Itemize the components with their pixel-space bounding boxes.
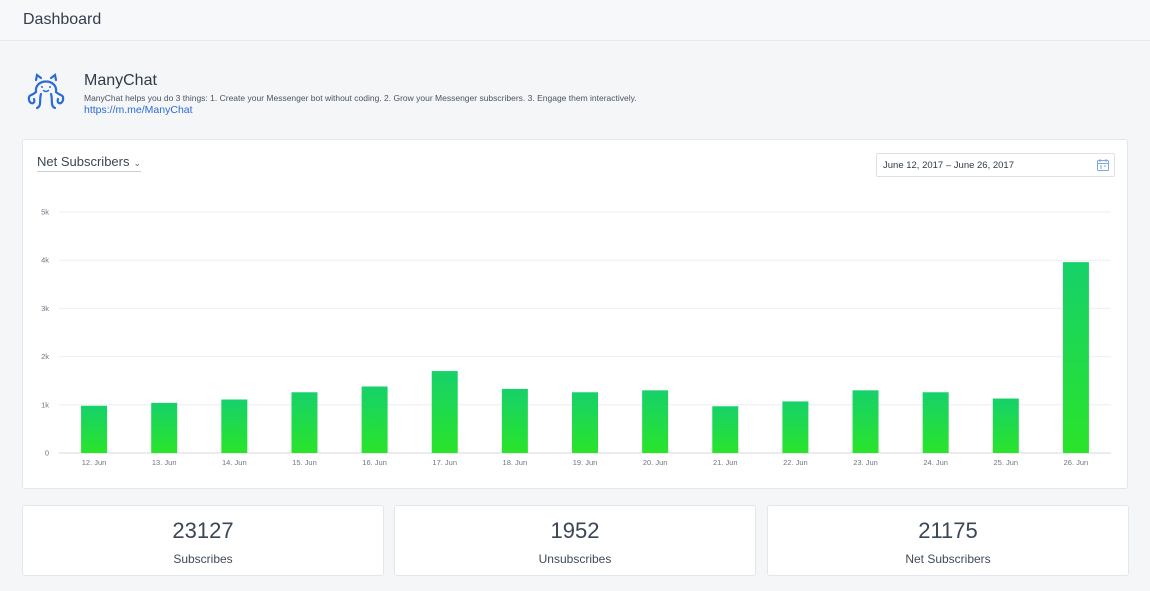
bar-14-jun[interactable] bbox=[221, 399, 248, 453]
bar-21-jun[interactable] bbox=[712, 406, 739, 453]
y-tick-label: 3k bbox=[41, 304, 49, 313]
bar-25-jun[interactable] bbox=[992, 398, 1019, 453]
x-tick-label: 12. Jun bbox=[82, 458, 107, 467]
x-tick-label: 15. Jun bbox=[292, 458, 317, 467]
chart-card: Net Subscribers ⌄ June 12, 2017 – June 26… bbox=[22, 139, 1128, 489]
x-tick-label: 13. Jun bbox=[152, 458, 177, 467]
bar-13-jun[interactable] bbox=[151, 402, 178, 453]
bot-link[interactable]: https://m.me/ManyChat bbox=[84, 104, 193, 116]
x-tick-label: 26. Jun bbox=[1064, 458, 1089, 467]
stat-value: 23127 bbox=[172, 518, 234, 543]
bar-15-jun[interactable] bbox=[291, 392, 318, 453]
x-tick-label: 17. Jun bbox=[432, 458, 457, 467]
stat-value: 21175 bbox=[918, 518, 978, 543]
bar-22-jun[interactable] bbox=[782, 401, 809, 453]
x-tick-label: 21. Jun bbox=[713, 458, 738, 467]
bar-17-jun[interactable] bbox=[431, 371, 458, 453]
stat-label: Unsubscribes bbox=[538, 552, 612, 566]
x-tick-label: 18. Jun bbox=[503, 458, 528, 467]
page-title: Dashboard bbox=[23, 11, 102, 28]
x-tick-label: 19. Jun bbox=[573, 458, 598, 467]
bar-20-jun[interactable] bbox=[642, 390, 669, 453]
bot-name: ManyChat bbox=[84, 72, 157, 89]
bar-16-jun[interactable] bbox=[361, 386, 388, 453]
bot-description: ManyChat helps you do 3 things: 1. Creat… bbox=[84, 93, 637, 103]
stat-card-unsubscribes: 1952 Unsubscribes bbox=[394, 505, 756, 576]
octopus-logo-icon bbox=[24, 70, 68, 114]
stat-label: Net Subscribers bbox=[905, 552, 991, 566]
stat-label: Subscribes bbox=[173, 552, 233, 566]
y-tick-label: 1k bbox=[41, 400, 49, 409]
x-tick-label: 16. Jun bbox=[362, 458, 387, 467]
bar-18-jun[interactable] bbox=[501, 388, 528, 453]
top-bar: Dashboard bbox=[0, 0, 1150, 41]
net-subscribers-chart: 0 1k 2k 3k 4k 5k 12. Jun 13. Jun 14. Jun 15. Jun… bbox=[41, 208, 1111, 467]
bar-23-jun[interactable] bbox=[852, 390, 879, 453]
stat-card-subscribes: 23127 Subscribes bbox=[22, 505, 384, 576]
y-tick-label: 4k bbox=[41, 256, 49, 265]
x-tick-label: 22. Jun bbox=[783, 458, 808, 467]
bar-12-jun[interactable] bbox=[81, 405, 108, 453]
y-tick-label: 0 bbox=[45, 449, 49, 458]
y-tick-label: 2k bbox=[41, 352, 49, 361]
x-tick-label: 20. Jun bbox=[643, 458, 668, 467]
bar-24-jun[interactable] bbox=[922, 392, 949, 453]
x-tick-label: 23. Jun bbox=[853, 458, 878, 467]
x-tick-label: 14. Jun bbox=[222, 458, 247, 467]
bar-26-jun[interactable] bbox=[1062, 262, 1089, 453]
x-tick-label: 24. Jun bbox=[923, 458, 948, 467]
stat-card-net-subscribers: 21175 Net Subscribers bbox=[767, 505, 1129, 576]
y-tick-label: 5k bbox=[41, 208, 49, 217]
stat-value: 1952 bbox=[550, 518, 600, 543]
bot-info: ManyChat ManyChat helps you do 3 things:… bbox=[24, 68, 1124, 124]
bar-19-jun[interactable] bbox=[572, 392, 598, 453]
x-tick-label: 25. Jun bbox=[993, 458, 1018, 467]
